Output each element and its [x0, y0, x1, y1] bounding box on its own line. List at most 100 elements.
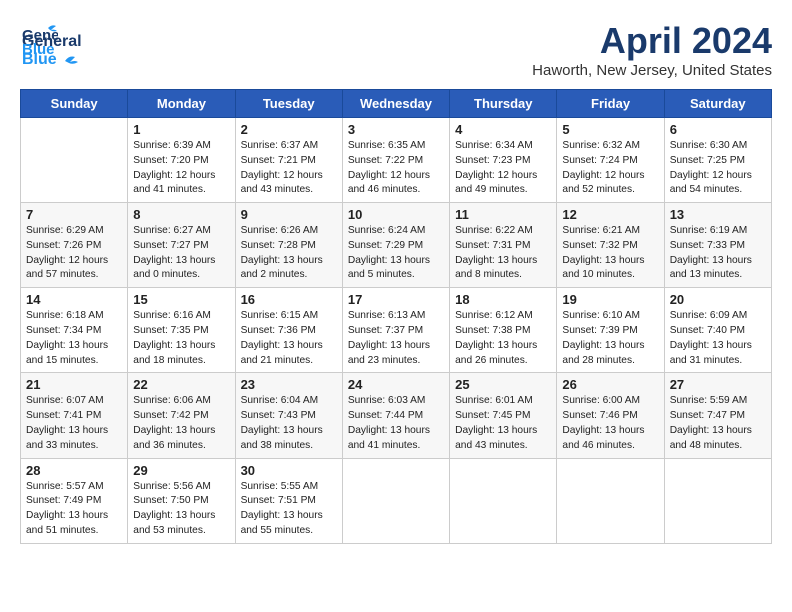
- day-info: Sunrise: 6:19 AMSunset: 7:33 PMDaylight:…: [670, 224, 766, 283]
- week-row-3: 14 Sunrise: 6:18 AMSunset: 7:34 PMDayligh…: [21, 288, 772, 373]
- day-info: Sunrise: 6:09 AMSunset: 7:40 PMDaylight:…: [670, 309, 766, 368]
- day-number: 27: [670, 377, 766, 392]
- day-number: 7: [26, 207, 122, 222]
- calendar-cell: 6 Sunrise: 6:30 AMSunset: 7:25 PMDaylight…: [664, 118, 771, 203]
- calendar-cell: 12 Sunrise: 6:21 AMSunset: 7:32 PMDayligh…: [557, 203, 664, 288]
- calendar-cell: 8Sunrise: 6:27 AMSunset: 7:27 PMDaylight…: [128, 203, 235, 288]
- day-info: Sunrise: 6:39 AMSunset: 7:20 PMDaylight:…: [133, 139, 229, 198]
- calendar-cell: 20 Sunrise: 6:09 AMSunset: 7:40 PMDayligh…: [664, 288, 771, 373]
- day-info: Sunrise: 6:26 AMSunset: 7:28 PMDaylight:…: [241, 224, 337, 283]
- day-number: 18: [455, 292, 551, 307]
- day-number: 6: [670, 122, 766, 137]
- column-header-friday: Friday: [557, 90, 664, 118]
- day-number: 8: [133, 207, 229, 222]
- calendar-cell: 10Sunrise: 6:24 AMSunset: 7:29 PMDayligh…: [342, 203, 449, 288]
- header-row: SundayMondayTuesdayWednesdayThursdayFrid…: [21, 90, 772, 118]
- day-number: 19: [562, 292, 658, 307]
- day-number: 3: [348, 122, 444, 137]
- title-block: April 2024 Haworth, New Jersey, United S…: [532, 20, 772, 79]
- calendar-cell: 29 Sunrise: 5:56 AMSunset: 7:50 PMDayligh…: [128, 458, 235, 543]
- day-number: 26: [562, 377, 658, 392]
- day-info: Sunrise: 6:10 AMSunset: 7:39 PMDaylight:…: [562, 309, 658, 368]
- day-number: 11: [455, 207, 551, 222]
- day-info: Sunrise: 6:37 AMSunset: 7:21 PMDaylight:…: [241, 139, 337, 198]
- calendar-cell: 14 Sunrise: 6:18 AMSunset: 7:34 PMDayligh…: [21, 288, 128, 373]
- day-info: Sunrise: 6:12 AMSunset: 7:38 PMDaylight:…: [455, 309, 551, 368]
- day-info: Sunrise: 6:07 AMSunset: 7:41 PMDaylight:…: [26, 394, 122, 453]
- week-row-2: 7 Sunrise: 6:29 AMSunset: 7:26 PMDaylight…: [21, 203, 772, 288]
- day-number: 13: [670, 207, 766, 222]
- day-info: Sunrise: 6:04 AMSunset: 7:43 PMDaylight:…: [241, 394, 337, 453]
- day-number: 1: [133, 122, 229, 137]
- calendar-cell: [450, 458, 557, 543]
- day-number: 15: [133, 292, 229, 307]
- calendar-cell: 22Sunrise: 6:06 AMSunset: 7:42 PMDayligh…: [128, 373, 235, 458]
- day-number: 20: [670, 292, 766, 307]
- day-number: 9: [241, 207, 337, 222]
- calendar-cell: [21, 118, 128, 203]
- page-header: General Blue General Blue April 2024 Haw…: [20, 20, 772, 79]
- calendar-cell: 26 Sunrise: 6:00 AMSunset: 7:46 PMDayligh…: [557, 373, 664, 458]
- day-info: Sunrise: 6:35 AMSunset: 7:22 PMDaylight:…: [348, 139, 444, 198]
- calendar-cell: 1 Sunrise: 6:39 AMSunset: 7:20 PMDaylight…: [128, 118, 235, 203]
- column-header-tuesday: Tuesday: [235, 90, 342, 118]
- day-info: Sunrise: 5:59 AMSunset: 7:47 PMDaylight:…: [670, 394, 766, 453]
- day-info: Sunrise: 5:57 AMSunset: 7:49 PMDaylight:…: [26, 480, 122, 539]
- week-row-4: 21 Sunrise: 6:07 AMSunset: 7:41 PMDayligh…: [21, 373, 772, 458]
- calendar-cell: 21 Sunrise: 6:07 AMSunset: 7:41 PMDayligh…: [21, 373, 128, 458]
- logo-icon: General Blue: [20, 20, 58, 58]
- calendar-cell: 16 Sunrise: 6:15 AMSunset: 7:36 PMDayligh…: [235, 288, 342, 373]
- calendar-cell: 19 Sunrise: 6:10 AMSunset: 7:39 PMDayligh…: [557, 288, 664, 373]
- calendar-cell: 2 Sunrise: 6:37 AMSunset: 7:21 PMDaylight…: [235, 118, 342, 203]
- calendar-cell: 15 Sunrise: 6:16 AMSunset: 7:35 PMDayligh…: [128, 288, 235, 373]
- day-info: Sunrise: 6:29 AMSunset: 7:26 PMDaylight:…: [26, 224, 122, 283]
- calendar-cell: [664, 458, 771, 543]
- calendar-cell: 23 Sunrise: 6:04 AMSunset: 7:43 PMDayligh…: [235, 373, 342, 458]
- day-number: 25: [455, 377, 551, 392]
- day-info: Sunrise: 6:22 AMSunset: 7:31 PMDaylight:…: [455, 224, 551, 283]
- column-header-sunday: Sunday: [21, 90, 128, 118]
- calendar-cell: 30Sunrise: 5:55 AMSunset: 7:51 PMDayligh…: [235, 458, 342, 543]
- calendar-cell: 28Sunrise: 5:57 AMSunset: 7:49 PMDayligh…: [21, 458, 128, 543]
- day-number: 14: [26, 292, 122, 307]
- bird-icon: [59, 53, 81, 69]
- column-header-wednesday: Wednesday: [342, 90, 449, 118]
- week-row-1: 1 Sunrise: 6:39 AMSunset: 7:20 PMDaylight…: [21, 118, 772, 203]
- day-number: 23: [241, 377, 337, 392]
- day-number: 21: [26, 377, 122, 392]
- day-number: 22: [133, 377, 229, 392]
- day-info: Sunrise: 6:00 AMSunset: 7:46 PMDaylight:…: [562, 394, 658, 453]
- day-number: 12: [562, 207, 658, 222]
- logo: General Blue General Blue: [20, 20, 82, 70]
- week-row-5: 28Sunrise: 5:57 AMSunset: 7:49 PMDayligh…: [21, 458, 772, 543]
- day-number: 2: [241, 122, 337, 137]
- day-info: Sunrise: 6:18 AMSunset: 7:34 PMDaylight:…: [26, 309, 122, 368]
- day-number: 30: [241, 463, 337, 478]
- day-info: Sunrise: 6:16 AMSunset: 7:35 PMDaylight:…: [133, 309, 229, 368]
- day-number: 16: [241, 292, 337, 307]
- day-info: Sunrise: 6:15 AMSunset: 7:36 PMDaylight:…: [241, 309, 337, 368]
- day-info: Sunrise: 6:21 AMSunset: 7:32 PMDaylight:…: [562, 224, 658, 283]
- day-number: 4: [455, 122, 551, 137]
- calendar-cell: 11 Sunrise: 6:22 AMSunset: 7:31 PMDayligh…: [450, 203, 557, 288]
- calendar-cell: 4Sunrise: 6:34 AMSunset: 7:23 PMDaylight…: [450, 118, 557, 203]
- month-title: April 2024: [532, 20, 772, 62]
- calendar-cell: 25 Sunrise: 6:01 AMSunset: 7:45 PMDayligh…: [450, 373, 557, 458]
- calendar-cell: [342, 458, 449, 543]
- day-number: 29: [133, 463, 229, 478]
- calendar-cell: 9 Sunrise: 6:26 AMSunset: 7:28 PMDaylight…: [235, 203, 342, 288]
- calendar-cell: 13 Sunrise: 6:19 AMSunset: 7:33 PMDayligh…: [664, 203, 771, 288]
- day-info: Sunrise: 5:56 AMSunset: 7:50 PMDaylight:…: [133, 480, 229, 539]
- day-info: Sunrise: 6:01 AMSunset: 7:45 PMDaylight:…: [455, 394, 551, 453]
- column-header-thursday: Thursday: [450, 90, 557, 118]
- svg-text:Blue: Blue: [22, 41, 55, 58]
- day-info: Sunrise: 6:32 AMSunset: 7:24 PMDaylight:…: [562, 139, 658, 198]
- day-info: Sunrise: 6:30 AMSunset: 7:25 PMDaylight:…: [670, 139, 766, 198]
- calendar-cell: 24Sunrise: 6:03 AMSunset: 7:44 PMDayligh…: [342, 373, 449, 458]
- calendar-cell: 18 Sunrise: 6:12 AMSunset: 7:38 PMDayligh…: [450, 288, 557, 373]
- day-info: Sunrise: 6:24 AMSunset: 7:29 PMDaylight:…: [348, 224, 444, 283]
- calendar-cell: 5Sunrise: 6:32 AMSunset: 7:24 PMDaylight…: [557, 118, 664, 203]
- calendar-cell: 7 Sunrise: 6:29 AMSunset: 7:26 PMDaylight…: [21, 203, 128, 288]
- location: Haworth, New Jersey, United States: [532, 62, 772, 79]
- calendar-cell: [557, 458, 664, 543]
